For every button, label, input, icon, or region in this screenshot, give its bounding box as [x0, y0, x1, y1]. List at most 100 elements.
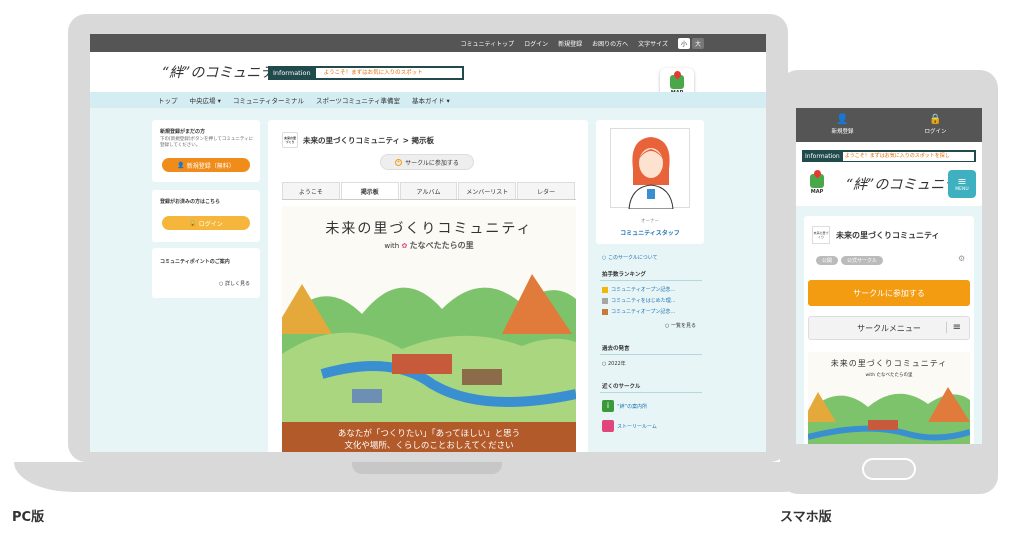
nav-top[interactable]: トップ: [158, 95, 178, 105]
nav-terminal[interactable]: コミュニティターミナル: [233, 95, 304, 105]
register-button[interactable]: 👤 新規登録（無料）: [162, 158, 250, 172]
ranking-item[interactable]: コミュニティをはじめた理…: [602, 297, 676, 304]
nearby-title: 近くのサークル: [602, 384, 641, 390]
sp-join-circle-button[interactable]: サークルに参加する: [808, 280, 970, 306]
nearby-item-label: “絆”の案内所: [617, 403, 648, 410]
banner-with-word: with: [384, 242, 400, 250]
nav-guide[interactable]: 基本ガイド ▾: [412, 95, 450, 105]
past-year-label: 2022年: [607, 361, 626, 367]
map-pin-icon: [670, 74, 684, 89]
tag-official: 公式サークル: [841, 256, 883, 265]
global-nav: トップ 中央広場 ▾ コミュニティターミナル スポーツコミュニティ準備室 基本ガ…: [90, 92, 766, 108]
register-panel: 新規登録がまだの方 下の[新規登録]ボタンを押してコミュニティに登録してください…: [152, 120, 260, 182]
banner-message-line2: 文化や場所、くらしのことおしえてください: [344, 441, 514, 451]
font-small-button[interactable]: 小: [677, 37, 690, 49]
gear-icon[interactable]: ⚙: [958, 254, 965, 263]
nav-sports[interactable]: スポーツコミュニティ準備室: [316, 95, 400, 105]
sp-register-button[interactable]: 👤 新規登録: [796, 108, 889, 142]
ranking-item-label: コミュニティオープン記念…: [611, 309, 676, 315]
ranking-item[interactable]: コミュニティオープン記念…: [602, 308, 675, 315]
owner-name[interactable]: コミュニティスタッフ: [596, 228, 704, 237]
circle-tabs: ようこそ 掲示板 アルバム メンバーリスト レター: [282, 182, 576, 200]
laptop-notch: [352, 462, 502, 474]
sp-circle-tags: 公開 公式サークル: [816, 256, 883, 265]
nav-plaza[interactable]: 中央広場 ▾: [190, 95, 221, 105]
points-title: コミュニティポイントのご案内: [160, 259, 230, 265]
sp-circle-menu-button[interactable]: サークルメニュー ≡: [808, 316, 970, 340]
sp-caption: スマホ版: [780, 510, 832, 525]
top-link-register[interactable]: 新規登録: [558, 39, 582, 48]
nearby-item-label: ストーリールーム: [617, 423, 657, 430]
information-message[interactable]: ようこそ！まずはお気に入りのスポット: [315, 68, 462, 78]
partner-flower-icon: ✿: [401, 242, 408, 250]
sp-information-message[interactable]: ようこそ！まずはお気に入りのスポットを探し: [842, 151, 974, 161]
login-title: 登録がお済みの方はこちら: [160, 199, 221, 205]
sp-circle-title-text: 未来の里づくりコミュニティ: [836, 230, 940, 240]
points-link-label: 詳しく見る: [224, 281, 250, 287]
information-label: Information: [273, 69, 311, 77]
about-circle-label: このサークルについて: [607, 255, 658, 261]
info-icon: i: [602, 400, 614, 412]
banner-message: あなたが「つくりたい」「あってほしい」と思う 文化や場所、くらしのことおしえてく…: [282, 422, 576, 452]
tab-members[interactable]: メンバーリスト: [458, 182, 517, 199]
sp-menu-button[interactable]: ≡ MENU: [948, 170, 976, 198]
font-size-switch: 小 大: [677, 37, 704, 49]
past-divider: [600, 354, 702, 355]
tab-album[interactable]: アルバム: [399, 182, 458, 199]
sp-banner-title: 未来の里づくりコミュニティ: [830, 359, 948, 368]
banner-partner: たなべたたらの里: [409, 241, 474, 250]
owner-role: オーナー: [641, 219, 659, 224]
login-button-label: ログイン: [198, 220, 223, 228]
banner-title: 未来の里づくりコミュニティ: [325, 221, 533, 237]
banner-message-line1: あなたが「つくりたい」「あってほしい」と思う: [337, 429, 521, 439]
sp-map-button[interactable]: MAP: [804, 170, 830, 198]
join-circle-button[interactable]: + サークルに参加する: [380, 154, 474, 170]
right-sidebar: オーナー コミュニティスタッフ ○ このサークルについて 拍手数ランキング コミ…: [596, 120, 704, 452]
nearby-item[interactable]: ストーリールーム: [602, 420, 657, 432]
points-link[interactable]: ○ 詳しく見る: [219, 280, 250, 287]
sp-banner-with: with たなべたたらの里: [865, 373, 913, 378]
sp-circle-menu-label: サークルメニュー: [857, 323, 921, 333]
sp-register-label: 新規登録: [831, 129, 854, 135]
sp-village-illustration: [808, 387, 970, 444]
community-banner: 未来の里づくりコミュニティ with ✿ たなべたたらの里 あなたが「つくりたい…: [282, 206, 576, 452]
sp-menu-label: MENU: [955, 186, 969, 192]
sp-map-label: MAP: [810, 188, 824, 195]
top-link-help[interactable]: お困りの方へ: [592, 39, 628, 48]
ranking-divider: [600, 280, 702, 281]
top-link-login[interactable]: ログイン: [524, 39, 548, 48]
sp-information-ticker: Information ようこそ！まずはお気に入りのスポットを探し: [802, 150, 976, 162]
nearby-item[interactable]: i “絆”の案内所: [602, 400, 647, 412]
sp-login-label: ログイン: [924, 129, 947, 135]
map-pin-icon: [810, 173, 824, 188]
login-button[interactable]: 🔒 ログイン: [162, 216, 250, 230]
banner-with: with ✿ たなべたたらの里: [282, 240, 576, 251]
rank-gold-icon: [602, 286, 608, 293]
ranking-item[interactable]: コミュニティオープン記念…: [602, 286, 675, 293]
about-circle-link[interactable]: ○ このサークルについて: [602, 254, 658, 261]
tab-board[interactable]: 掲示板: [340, 182, 399, 199]
past-year-link[interactable]: ○ 2022年: [602, 360, 626, 367]
ranking-more-label: 一覧を見る: [670, 323, 696, 329]
rank-silver-icon: [602, 297, 608, 304]
tab-welcome[interactable]: ようこそ: [282, 182, 340, 199]
ranking-more-link[interactable]: ○ 一覧を見る: [665, 322, 696, 329]
login-panel: 登録がお済みの方はこちら 🔒 ログイン: [152, 190, 260, 242]
rank-bronze-icon: [602, 308, 608, 315]
sp-community-banner: 未来の里づくりコミュニティ with たなべたたらの里: [808, 352, 970, 444]
lock-icon: 🔒: [189, 219, 197, 227]
tag-public: 公開: [816, 256, 839, 265]
tab-letter[interactable]: レター: [517, 182, 575, 199]
past-posts-title: 過去の発言: [602, 346, 630, 352]
pc-screen: コミュニティトップ ログイン 新規登録 お困りの方へ 文字サイズ 小 大 “絆”…: [90, 34, 766, 452]
top-link-community[interactable]: コミュニティトップ: [460, 39, 514, 48]
pc-caption: PC版: [12, 510, 45, 525]
owner-avatar[interactable]: [610, 128, 690, 210]
breadcrumb-text[interactable]: 未来の里づくりコミュニティ > 掲示板: [303, 135, 434, 146]
join-circle-label: サークルに参加する: [405, 159, 459, 167]
sp-community-mini-logo: 未来の里づくり: [812, 226, 830, 244]
font-large-button[interactable]: 大: [691, 37, 704, 49]
community-mini-logo: 未来の里づくり: [282, 132, 298, 148]
sp-login-button[interactable]: 🔒 ログイン: [889, 108, 982, 142]
owner-illustration: [628, 137, 674, 210]
